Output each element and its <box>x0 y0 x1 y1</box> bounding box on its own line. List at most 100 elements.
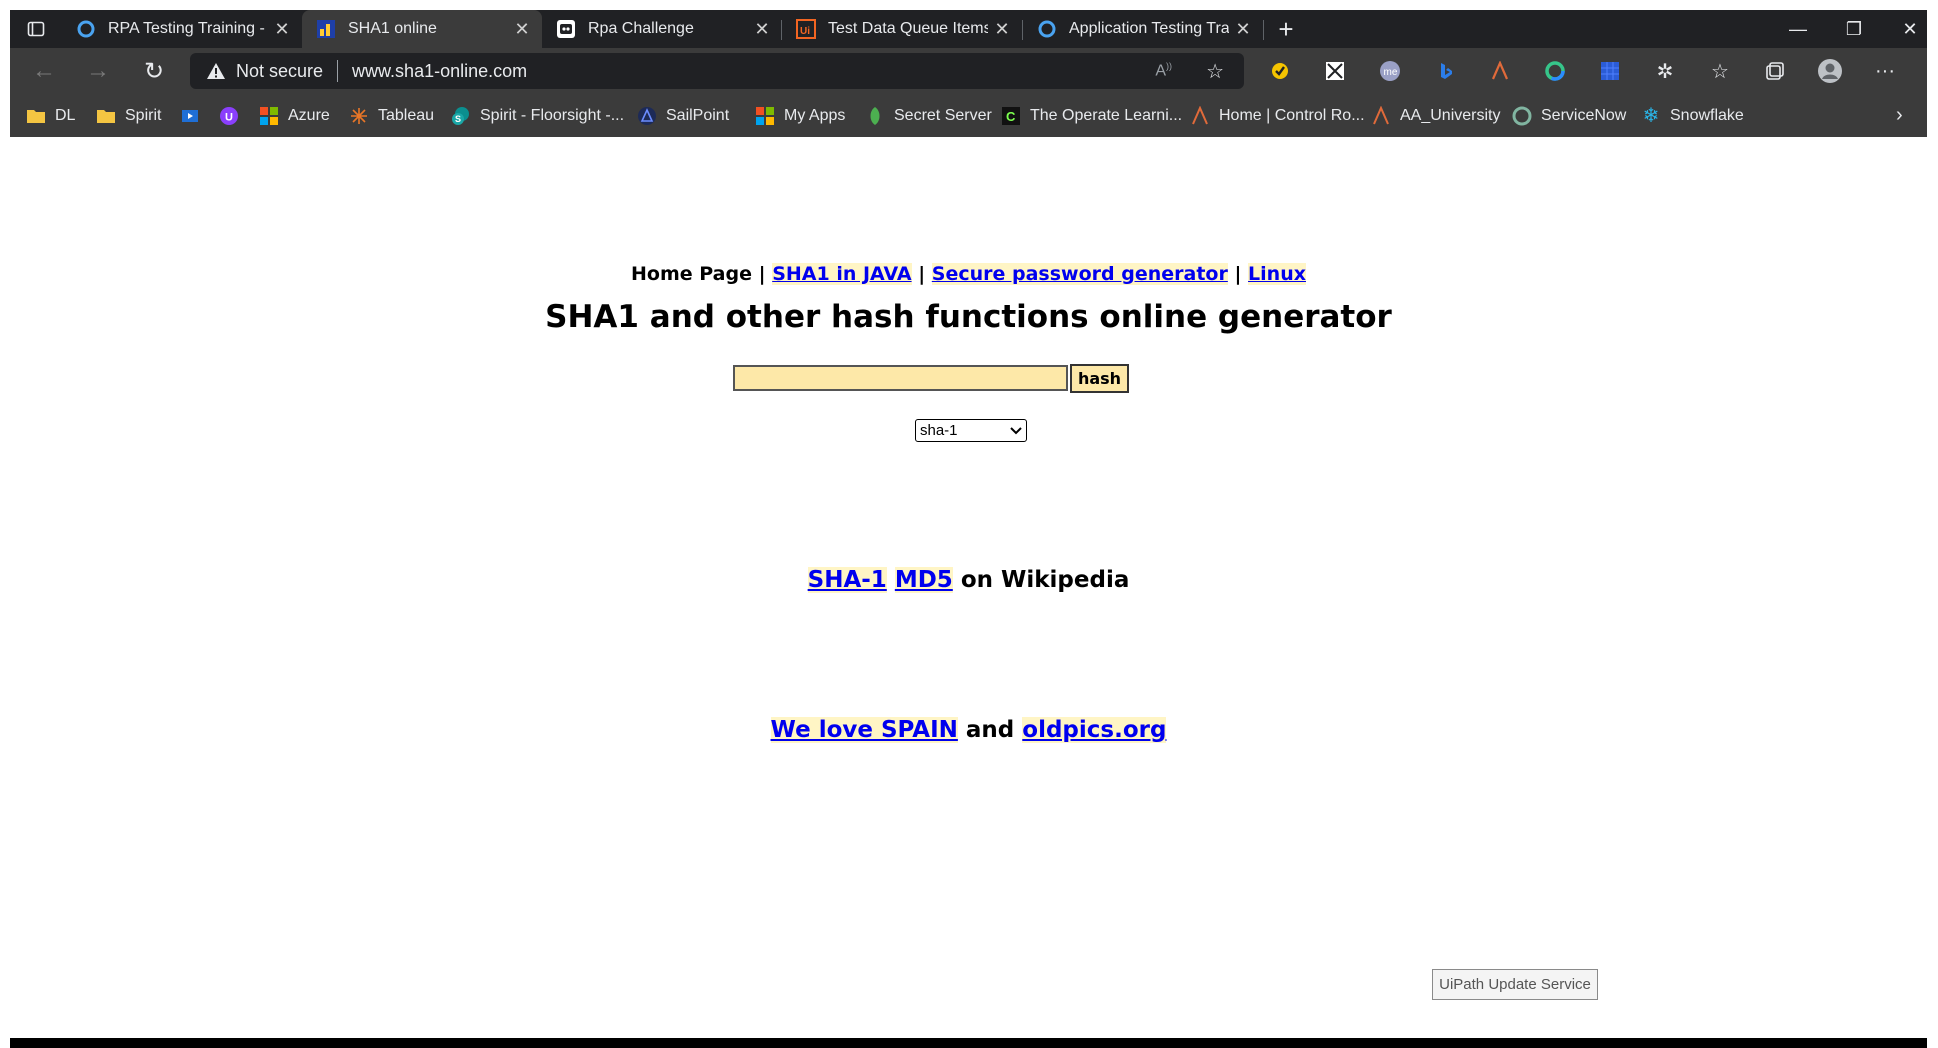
top-navigation: Home Page | SHA1 in JAVA | Secure passwo… <box>10 263 1927 285</box>
add-favorite-icon[interactable]: ☆ <box>1206 59 1224 84</box>
promo-links: We love SPAIN and oldpics.org <box>10 717 1927 743</box>
web-page: Home Page | SHA1 in JAVA | Secure passwo… <box>10 137 1927 1038</box>
close-tab-icon[interactable]: ✕ <box>748 19 776 40</box>
page-title: SHA1 and other hash functions online gen… <box>545 299 1392 335</box>
new-tab-button[interactable]: + <box>1266 10 1306 48</box>
bookmark-operate-learning[interactable]: C The Operate Learni... <box>1001 94 1182 137</box>
md5-wikipedia-link[interactable]: MD5 <box>894 567 953 593</box>
password-generator-link[interactable]: Secure password generator <box>931 263 1228 285</box>
bing-extension-icon[interactable] <box>1431 57 1459 85</box>
minimize-button[interactable]: — <box>1770 10 1826 48</box>
folder-icon <box>26 106 46 126</box>
bookmark-servicenow[interactable]: ServiceNow <box>1512 94 1626 137</box>
collections-icon[interactable] <box>1761 57 1789 85</box>
norton-extension-icon[interactable] <box>1266 57 1294 85</box>
folder-icon <box>96 106 116 126</box>
tab-actions-button[interactable] <box>18 12 54 46</box>
sharepoint-icon: S <box>451 106 471 126</box>
tab-title: RPA Testing Training - Additional <box>108 20 268 37</box>
bookmark-label: My Apps <box>784 106 846 124</box>
sha1-java-link[interactable]: SHA1 in JAVA <box>772 263 912 285</box>
tab-actions-icon <box>27 21 45 37</box>
tab-title: SHA1 online <box>348 20 437 37</box>
restore-button[interactable]: ❐ <box>1826 10 1882 48</box>
svg-text:U: U <box>225 111 233 123</box>
bookmark-spirit[interactable]: Spirit <box>96 94 161 137</box>
security-label[interactable]: Not secure <box>236 61 323 82</box>
a-extension-icon[interactable] <box>1486 57 1514 85</box>
chevron-down-icon <box>1010 426 1022 434</box>
linux-link[interactable]: Linux <box>1248 263 1306 285</box>
bookmark-tableau[interactable]: Tableau <box>349 94 434 137</box>
tab-strip: RPA Testing Training - Additional ✕ SHA1… <box>10 10 1927 48</box>
url-text[interactable]: www.sha1-online.com <box>352 61 527 82</box>
tab-sha1-online[interactable]: SHA1 online ✕ <box>302 10 542 48</box>
address-separator <box>337 60 339 82</box>
hash-input[interactable] <box>733 365 1068 391</box>
bookmark-label: Azure <box>288 106 330 124</box>
bookmark-label: Tableau <box>378 106 435 124</box>
close-window-button[interactable]: ✕ <box>1882 10 1938 48</box>
bookmark-my-apps[interactable]: My Apps <box>755 94 845 137</box>
svg-text:S: S <box>455 114 461 124</box>
bookmarks-overflow-button[interactable]: › <box>1896 94 1903 137</box>
extensions-icon[interactable]: ✲ <box>1651 57 1679 85</box>
promo-and-text: and <box>965 717 1015 743</box>
reload-button[interactable]: ↻ <box>136 54 172 88</box>
close-tab-icon[interactable]: ✕ <box>1229 19 1257 40</box>
hash-button[interactable]: hash <box>1070 364 1129 393</box>
video-icon <box>180 106 200 126</box>
tableau-icon <box>349 106 369 126</box>
bookmark-control-room[interactable]: Home | Control Ro... <box>1190 94 1365 137</box>
tab-test-data-queue-items[interactable]: Ui Test Data Queue Items - UiPath C ✕ <box>782 10 1022 48</box>
oldpics-link[interactable]: oldpics.org <box>1022 717 1167 743</box>
profile-avatar[interactable] <box>1816 57 1844 85</box>
we-love-spain-link[interactable]: We love SPAIN <box>770 717 958 743</box>
bookmark-snowflake[interactable]: ❄ Snowflake <box>1641 94 1744 137</box>
grid-extension-icon[interactable] <box>1596 57 1624 85</box>
microsoft-icon <box>259 106 279 126</box>
favorites-icon[interactable]: ☆ <box>1706 57 1734 85</box>
microsoft-icon <box>755 106 775 126</box>
sha1-wikipedia-link[interactable]: SHA-1 <box>807 567 887 593</box>
bookmark-dl[interactable]: DL <box>26 94 75 137</box>
home-page-label: Home Page <box>631 263 752 285</box>
browser-toolbar: ← → ↻ Not secure www.sha1-online.com A))… <box>10 48 1927 94</box>
close-tab-icon[interactable]: ✕ <box>268 19 296 40</box>
close-tab-icon[interactable]: ✕ <box>988 19 1016 40</box>
close-tab-icon[interactable]: ✕ <box>508 19 536 40</box>
tab-rpa-challenge[interactable]: Rpa Challenge ✕ <box>542 10 782 48</box>
robot-icon <box>556 19 576 39</box>
bookmark-label: Spirit <box>125 106 162 124</box>
bookmark-spirit-floorsight[interactable]: S Spirit - Floorsight -... <box>451 94 624 137</box>
algorithm-select[interactable]: sha-1 <box>915 419 1027 442</box>
me-extension-icon[interactable]: me <box>1376 57 1404 85</box>
tab-title: Application Testing Training - Ge <box>1069 20 1229 37</box>
bookmark-secret-server[interactable]: Secret Server <box>865 94 992 137</box>
tab-application-testing-training[interactable]: Application Testing Training - Ge ✕ <box>1023 10 1263 48</box>
bookmark-u-badge[interactable]: U <box>219 94 248 137</box>
bookmark-sailpoint[interactable]: SailPoint <box>637 94 729 137</box>
read-aloud-icon[interactable]: A)) <box>1155 61 1172 80</box>
tab-title: Rpa Challenge <box>588 20 694 37</box>
more-options-icon[interactable]: ··· <box>1871 57 1899 85</box>
bookmark-label: DL <box>55 106 76 124</box>
bookmark-label: Spirit - Floorsight -... <box>480 106 625 124</box>
minimize-icon: — <box>1789 18 1807 39</box>
back-button[interactable]: ← <box>26 54 62 88</box>
bookmark-label: The Operate Learni... <box>1030 106 1183 124</box>
tab-rpa-testing-training[interactable]: RPA Testing Training - Additional ✕ <box>62 10 302 48</box>
close-icon: ✕ <box>1902 18 1918 39</box>
forward-button[interactable]: → <box>80 54 116 88</box>
bookmark-aa-university[interactable]: AA_University <box>1371 94 1500 137</box>
secret-server-icon <box>865 106 885 126</box>
uipath-update-service-button[interactable]: UiPath Update Service <box>1432 969 1598 1000</box>
warning-icon[interactable] <box>206 62 226 80</box>
svg-text:Ui: Ui <box>800 26 810 37</box>
bookmark-azure[interactable]: Azure <box>259 94 330 137</box>
address-bar[interactable]: Not secure www.sha1-online.com A)) ☆ <box>190 53 1244 89</box>
snip-extension-icon[interactable] <box>1321 57 1349 85</box>
c-extension-icon[interactable] <box>1541 57 1569 85</box>
bookmark-video[interactable] <box>180 94 209 137</box>
bookmark-label: SailPoint <box>666 106 730 124</box>
